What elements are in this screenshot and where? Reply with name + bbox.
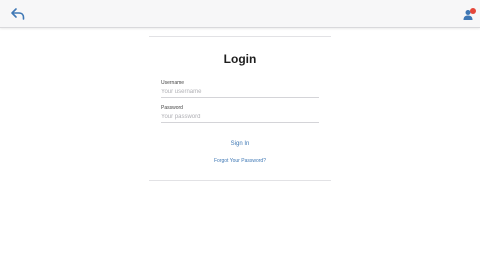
page-title: Login: [223, 52, 257, 66]
back-arrow-icon: [11, 8, 25, 20]
password-label: Password: [161, 105, 183, 111]
back-button[interactable]: [10, 7, 26, 21]
top-bar: [0, 0, 480, 28]
sign-in-button[interactable]: Sign In: [149, 141, 331, 147]
user-account-button[interactable]: [463, 8, 477, 21]
username-field[interactable]: [161, 87, 319, 98]
username-label: Username: [161, 80, 185, 86]
notification-badge: [470, 8, 476, 14]
password-field[interactable]: [161, 112, 319, 123]
forgot-password-link[interactable]: Forgot Your Password?: [149, 158, 331, 164]
login-card: Login Username Password Sign In Forgot Y…: [149, 36, 331, 181]
